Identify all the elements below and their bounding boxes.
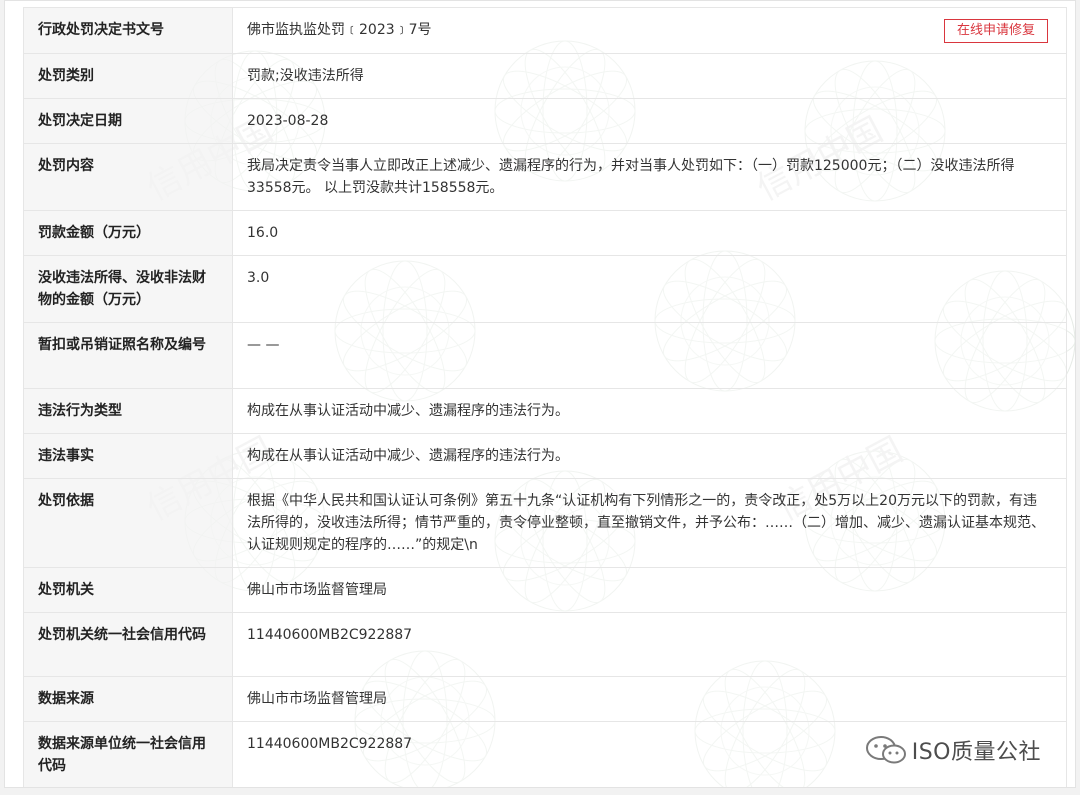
row-label: 罚款金额（万元） — [23, 210, 233, 256]
row-label: 处罚机关 — [23, 567, 233, 613]
row-label: 数据来源单位统一社会信用代码 — [23, 721, 233, 787]
row-value: 佛山市市场监督管理局 — [232, 676, 1067, 722]
table-row: 处罚内容 我局决定责令当事人立即改正上述减少、遗漏程序的行为，并对当事人处罚如下… — [23, 143, 1067, 211]
table-row: 罚款金额（万元） 16.0 — [23, 210, 1067, 256]
row-value: 我局决定责令当事人立即改正上述减少、遗漏程序的行为，并对当事人处罚如下：（一）罚… — [232, 143, 1067, 211]
row-value: 罚款;没收违法所得 — [232, 53, 1067, 99]
row-value: 2023-08-28 — [232, 98, 1067, 144]
row-label: 没收违法所得、没收非法财物的金额（万元） — [23, 255, 233, 323]
table-row: 暂扣或吊销证照名称及编号 — — — [23, 322, 1067, 389]
row-value: 佛山市市场监督管理局 — [232, 567, 1067, 613]
row-value: 3.0 — [232, 255, 1067, 323]
row-label: 处罚决定日期 — [23, 98, 233, 144]
table-row: 违法行为类型 构成在从事认证活动中减少、遗漏程序的违法行为。 — [23, 388, 1067, 434]
row-label: 违法事实 — [23, 433, 233, 479]
row-label: 数据来源 — [23, 676, 233, 722]
row-label: 违法行为类型 — [23, 388, 233, 434]
row-value: 16.0 — [232, 210, 1067, 256]
table-row: 行政处罚决定书文号 佛市监执监处罚﹝2023﹞7号 在线申请修复 — [23, 7, 1067, 54]
row-value: 构成在从事认证活动中减少、遗漏程序的违法行为。 — [232, 433, 1067, 479]
row-label: 处罚机关统一社会信用代码 — [23, 612, 233, 677]
repair-request-button[interactable]: 在线申请修复 — [943, 19, 1048, 43]
table-row: 处罚机关统一社会信用代码 11440600MB2C922887 — [23, 612, 1067, 677]
record-panel: 信用中国 信用中国 信用中国 信用中国 行政处罚决定书文号 佛市监执监处罚﹝20… — [4, 0, 1076, 788]
row-label: 行政处罚决定书文号 — [23, 7, 233, 54]
table-row: 处罚依据 根据《中华人民共和国认证认可条例》第五十九条“认证机构有下列情形之一的… — [23, 478, 1067, 568]
table-row: 处罚机关 佛山市市场监督管理局 — [23, 567, 1067, 613]
row-value: 构成在从事认证活动中减少、遗漏程序的违法行为。 — [232, 388, 1067, 434]
row-label: 暂扣或吊销证照名称及编号 — [23, 322, 233, 389]
penalty-info-table: 行政处罚决定书文号 佛市监执监处罚﹝2023﹞7号 在线申请修复 处罚类别 罚款… — [23, 7, 1067, 787]
table-row: 处罚决定日期 2023-08-28 — [23, 98, 1067, 144]
row-value: 佛市监执监处罚﹝2023﹞7号 在线申请修复 — [232, 7, 1067, 54]
table-row: 数据来源 佛山市市场监督管理局 — [23, 676, 1067, 722]
brand-name: ISO质量公社 — [911, 740, 1041, 765]
row-value: 根据《中华人民共和国认证认可条例》第五十九条“认证机构有下列情形之一的，责令改正… — [232, 478, 1067, 568]
row-value: — — — [232, 322, 1067, 389]
brand-watermark: ISO质量公社 — [864, 734, 1041, 766]
row-value: 11440600MB2C922887 — [232, 612, 1067, 677]
table-row: 没收违法所得、没收非法财物的金额（万元） 3.0 — [23, 255, 1067, 323]
row-label: 处罚类别 — [23, 53, 233, 99]
wechat-icon — [865, 736, 906, 764]
table-row: 处罚类别 罚款;没收违法所得 — [23, 53, 1067, 99]
row-label: 处罚内容 — [23, 143, 233, 211]
table-row: 违法事实 构成在从事认证活动中减少、遗漏程序的违法行为。 — [23, 433, 1067, 479]
row-label: 处罚依据 — [23, 478, 233, 568]
